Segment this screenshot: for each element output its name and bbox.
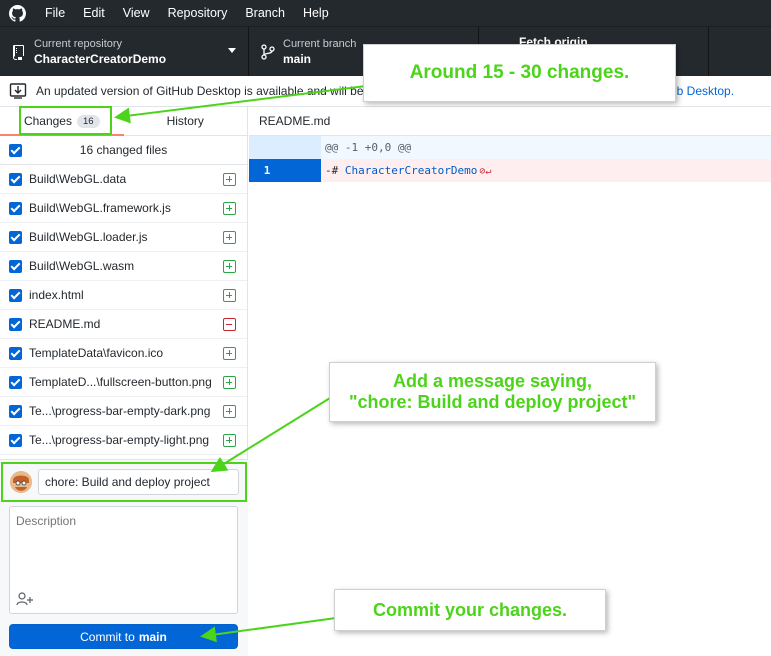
file-name: Te...\progress-bar-empty-light.png — [29, 433, 210, 447]
commit-button-prefix: Commit to — [80, 629, 135, 644]
file-name: README.md — [29, 317, 101, 331]
file-checkbox[interactable] — [9, 317, 22, 331]
file-name: Build\WebGL.wasm — [29, 259, 135, 273]
repo-value: CharacterCreatorDemo — [34, 51, 167, 66]
file-row[interactable]: TemplateData\favicon.ico — [0, 339, 247, 368]
file-added-icon — [223, 260, 236, 273]
callout-changes: Around 15 - 30 changes. — [363, 44, 676, 102]
diff-line-text: CharacterCreatorDemo — [344, 164, 478, 177]
file-added-icon — [223, 434, 236, 447]
file-checkbox[interactable] — [9, 346, 22, 360]
add-co-author-icon[interactable] — [15, 590, 35, 608]
branch-label: Current branch — [283, 37, 357, 50]
callout-message-line1: Add a message saying, — [392, 371, 593, 391]
tab-history-label: History — [166, 114, 204, 128]
menu-edit[interactable]: Edit — [74, 0, 114, 26]
github-logo-icon — [9, 4, 26, 22]
repo-label: Current repository — [34, 37, 123, 50]
callout-message-line2: "chore: Build and deploy project" — [348, 392, 637, 412]
file-added-icon — [223, 376, 236, 389]
file-row[interactable]: Build\WebGL.wasm — [0, 252, 247, 281]
repo-icon — [4, 44, 34, 60]
file-name: Te...\progress-bar-empty-dark.png — [29, 404, 211, 418]
diff-hunk-header: @@ -1 +0,0 @@ — [249, 136, 771, 159]
chevron-down-icon — [228, 48, 236, 53]
file-checkbox[interactable] — [9, 230, 22, 244]
file-name: TemplateD...\fullscreen-button.png — [29, 375, 212, 389]
select-all-checkbox[interactable] — [9, 143, 22, 157]
menu-repository[interactable]: Repository — [159, 0, 237, 26]
file-checkbox[interactable] — [9, 172, 22, 186]
no-newline-icon: ⊘↵ — [479, 166, 492, 177]
file-name: TemplateData\favicon.ico — [29, 346, 164, 360]
tab-history[interactable]: History — [124, 107, 248, 135]
highlight-changes-tab — [19, 106, 112, 135]
file-deleted-icon — [223, 318, 236, 331]
menu-help[interactable]: Help — [294, 0, 338, 26]
diff-deleted-line[interactable]: 1 -# CharacterCreatorDemo ⊘↵ — [249, 159, 771, 182]
file-added-icon — [223, 231, 236, 244]
changed-files-count: 16 changed files — [79, 143, 168, 157]
callout-commit: Commit your changes. — [334, 589, 606, 631]
hunk-header-text: @@ -1 +0,0 @@ — [325, 141, 412, 154]
callout-message: Add a message saying, "chore: Build and … — [329, 362, 656, 422]
file-added-icon — [223, 202, 236, 215]
menu-file[interactable]: File — [36, 0, 74, 26]
file-checkbox[interactable] — [9, 288, 22, 302]
file-row[interactable]: Build\WebGL.loader.js — [0, 223, 247, 252]
changed-files-header: 16 changed files — [0, 136, 247, 165]
file-row[interactable]: Build\WebGL.data — [0, 165, 247, 194]
menu-view[interactable]: View — [114, 0, 159, 26]
commit-description-box — [9, 506, 238, 614]
download-icon — [8, 81, 28, 101]
sidebar: Changes 16 History 16 changed files Buil… — [0, 107, 248, 656]
file-row[interactable]: TemplateD...\fullscreen-button.png — [0, 368, 247, 397]
banner-link[interactable]: ub Desktop. — [670, 84, 734, 98]
file-checkbox[interactable] — [9, 404, 22, 418]
diff-line-code: -# CharacterCreatorDemo ⊘↵ — [321, 159, 491, 182]
current-repository-button[interactable]: Current repository CharacterCreatorDemo — [0, 27, 249, 76]
file-added-icon — [223, 405, 236, 418]
menu-branch[interactable]: Branch — [236, 0, 294, 26]
branch-icon — [253, 43, 283, 60]
file-list: Build\WebGL.data Build\WebGL.framework.js… — [0, 165, 247, 455]
file-name: index.html — [29, 288, 84, 302]
commit-button[interactable]: Commit to main — [9, 624, 238, 649]
diff-line-prefix: -# — [325, 164, 345, 177]
menu-bar: File Edit View Repository Branch Help — [0, 0, 771, 26]
file-checkbox[interactable] — [9, 375, 22, 389]
file-row[interactable]: Build\WebGL.framework.js — [0, 194, 247, 223]
file-checkbox[interactable] — [9, 201, 22, 215]
file-added-icon — [223, 289, 236, 302]
file-row[interactable]: Te...\progress-bar-empty-light.png — [0, 426, 247, 455]
file-name: Build\WebGL.data — [29, 172, 127, 186]
commit-description-input[interactable] — [10, 507, 237, 587]
hunk-gutter-old — [249, 136, 285, 159]
hunk-gutter-new — [285, 136, 321, 159]
file-row[interactable]: index.html — [0, 281, 247, 310]
file-row[interactable]: README.md — [0, 310, 247, 339]
diff-file-header: README.md — [249, 107, 771, 136]
line-number-new[interactable] — [285, 159, 321, 182]
branch-value: main — [283, 51, 312, 66]
line-number[interactable]: 1 — [249, 159, 285, 182]
highlight-summary-input — [1, 462, 247, 502]
file-row[interactable]: Te...\progress-bar-empty-dark.png — [0, 397, 247, 426]
file-added-icon — [223, 173, 236, 186]
file-checkbox[interactable] — [9, 433, 22, 447]
file-checkbox[interactable] — [9, 259, 22, 273]
file-added-icon — [223, 347, 236, 360]
banner-text: An updated version of GitHub Desktop is … — [36, 84, 364, 98]
commit-button-branch: main — [138, 629, 167, 644]
file-name: Build\WebGL.loader.js — [29, 230, 148, 244]
file-name: Build\WebGL.framework.js — [29, 201, 171, 215]
